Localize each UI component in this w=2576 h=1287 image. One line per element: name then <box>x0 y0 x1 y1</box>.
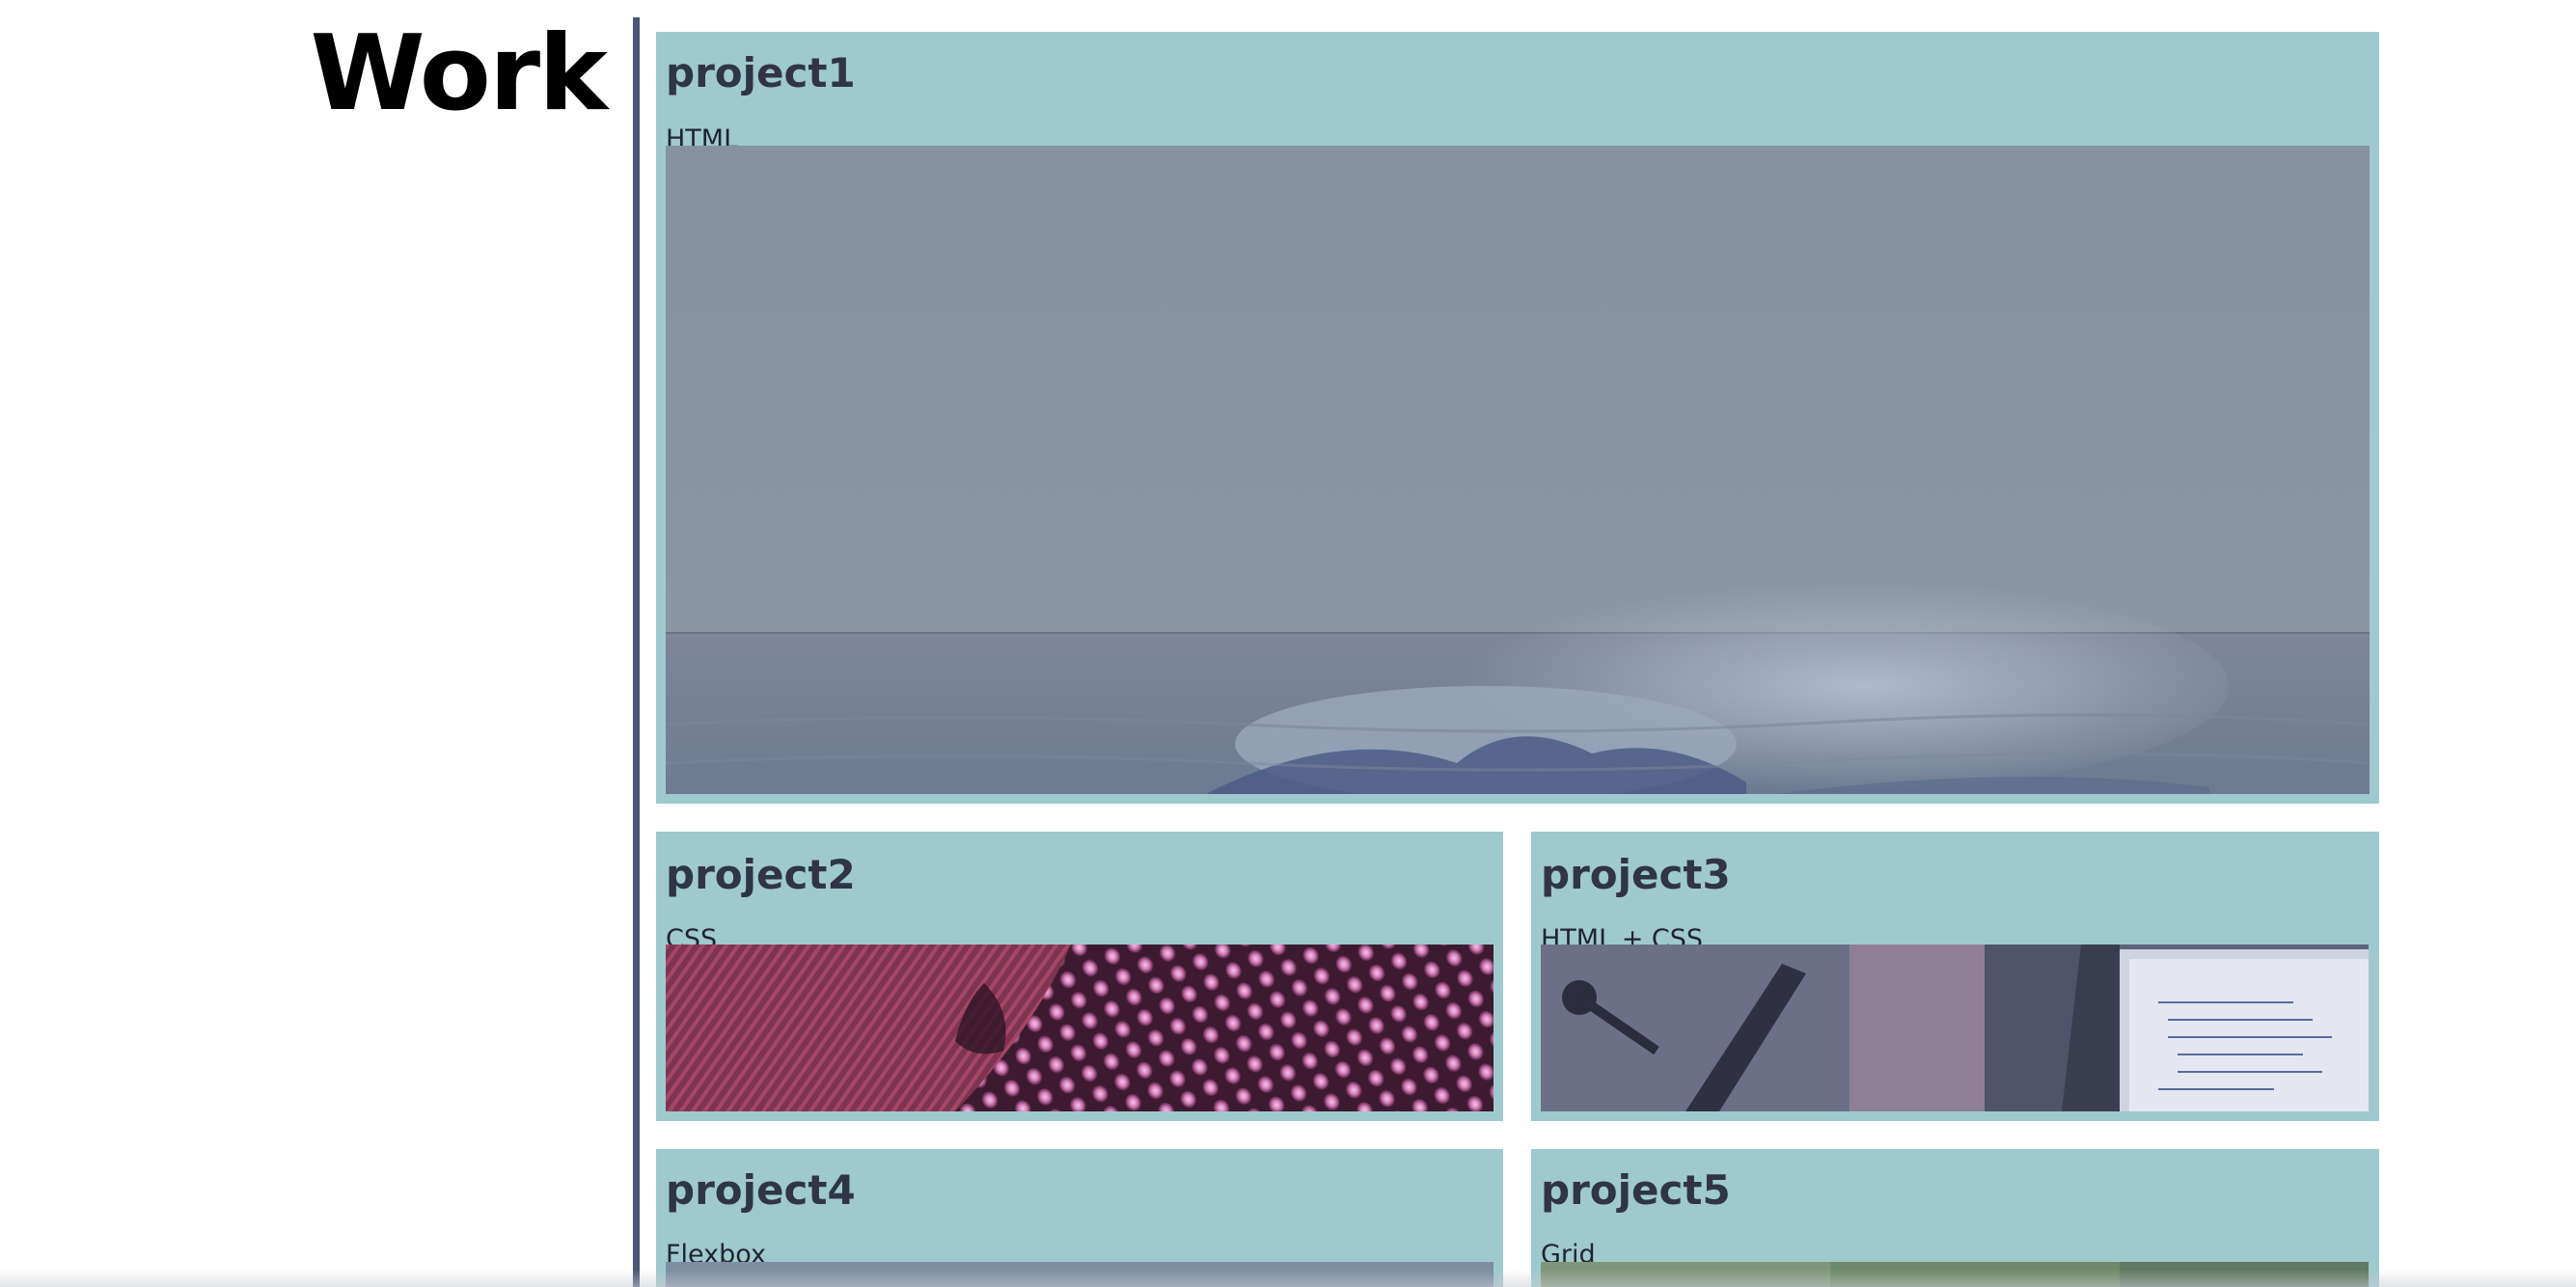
project-title: project3 <box>1541 851 1731 898</box>
code-laptop-image[interactable] <box>1541 945 2369 1111</box>
led-lights-illustration <box>666 945 1494 1111</box>
section-heading: Work <box>310 14 608 134</box>
project-card-2[interactable]: project2 CSS <box>656 832 1503 1121</box>
greenery-image[interactable] <box>1541 1262 2369 1287</box>
ocean-wave-illustration <box>666 146 2370 794</box>
vertical-divider <box>633 17 640 1287</box>
project-card-5[interactable]: project5 Grid <box>1531 1149 2379 1287</box>
project-card-4[interactable]: project4 Flexbox <box>656 1149 1503 1287</box>
project-title: project4 <box>666 1166 856 1214</box>
code-laptop-illustration <box>1541 945 2369 1111</box>
landscape-image[interactable] <box>666 1262 1494 1287</box>
led-lights-image[interactable] <box>666 945 1494 1111</box>
greenery-illustration <box>1541 1262 2369 1287</box>
project-card-1[interactable]: project1 HTML <box>656 32 2379 804</box>
work-page: Work project1 HTML project2 CSS project3… <box>0 0 2576 1287</box>
project-title: project5 <box>1541 1166 1731 1214</box>
project-card-3[interactable]: project3 HTML + CSS <box>1531 832 2379 1121</box>
ocean-wave-image[interactable] <box>666 146 2370 794</box>
project-title: project2 <box>666 851 856 898</box>
project-title: project1 <box>666 49 856 96</box>
landscape-illustration <box>666 1262 1494 1287</box>
